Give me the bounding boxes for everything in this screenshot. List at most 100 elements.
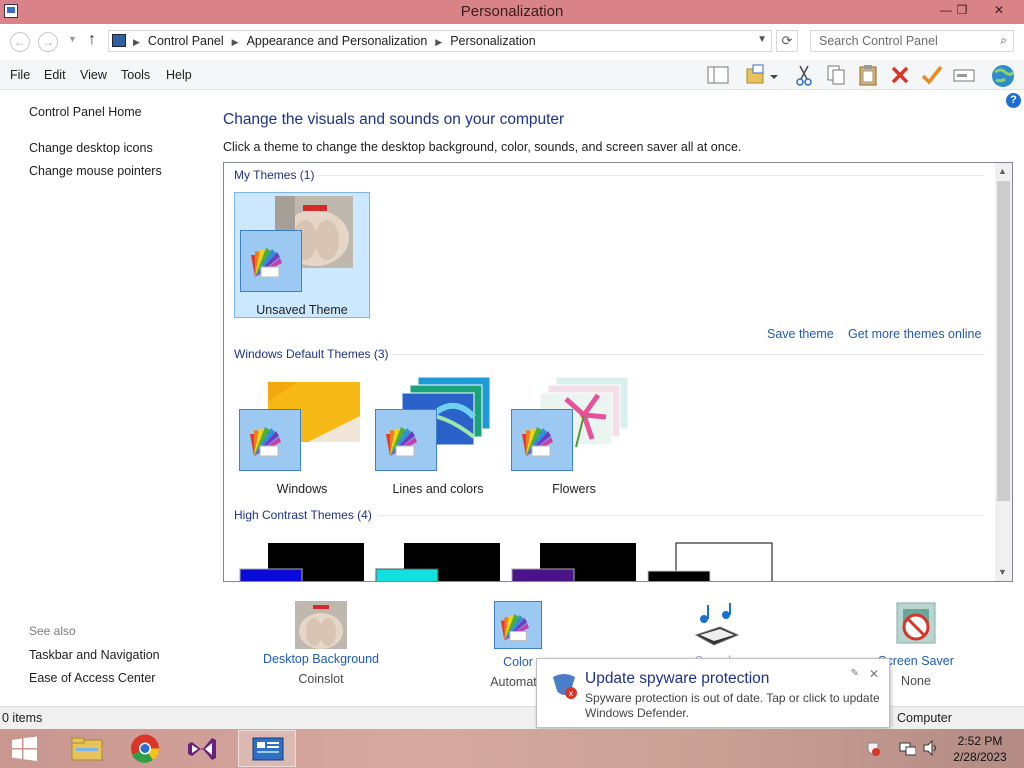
menu-help[interactable]: Help (166, 68, 192, 82)
theme-label: Lines and colors (392, 482, 484, 496)
change-desktop-icons-link[interactable]: Change desktop icons (29, 141, 153, 155)
forward-button[interactable]: → (38, 32, 58, 52)
network-tray-icon[interactable] (898, 741, 917, 760)
theme-list[interactable]: My Themes (1) Unsaved Theme Save theme G… (223, 162, 1013, 582)
search-input[interactable]: Search Control Panel ⌕ (810, 30, 1014, 52)
page-title: Change the visuals and sounds on your co… (223, 111, 565, 128)
search-icon[interactable]: ⌕ (1000, 33, 1007, 48)
theme-high-contrast-white[interactable] (642, 533, 778, 581)
defender-warning-icon: x (549, 671, 579, 701)
recent-locations-icon[interactable]: ▼ (68, 34, 77, 44)
left-pane: Control Panel Home Change desktop icons … (0, 91, 210, 703)
menu-bar: File Edit View Tools Help (0, 60, 1024, 90)
taskbar-navigation-link[interactable]: Taskbar and Navigation (29, 648, 160, 662)
notification-title[interactable]: Update spyware protection (585, 670, 769, 688)
scroll-down-icon[interactable]: ▼ (998, 567, 1007, 577)
theme-preview-image (511, 543, 636, 581)
chevron-right-icon[interactable]: ▶ (133, 34, 140, 50)
color-palette-icon (239, 409, 301, 471)
chevron-right-icon[interactable]: ▶ (435, 34, 442, 50)
breadcrumb: ▶ Control Panel ▶ Appearance and Persona… (133, 34, 536, 50)
pin-icon[interactable]: ✎ (851, 668, 859, 679)
theme-windows[interactable]: Windows (234, 372, 370, 498)
layout-pane-icon[interactable] (706, 63, 730, 87)
system-clock[interactable]: 2:52 PM 2/28/2023 (940, 733, 1020, 765)
delete-icon[interactable] (888, 63, 912, 87)
control-panel-icon (112, 34, 126, 47)
get-more-themes-link[interactable]: Get more themes online (848, 327, 981, 341)
help-icon[interactable]: ? (1006, 93, 1021, 108)
back-button[interactable]: ← (10, 32, 30, 52)
theme-unsaved[interactable]: Unsaved Theme (234, 192, 370, 318)
status-location: Computer (897, 711, 952, 725)
desktop-background-icon (295, 601, 347, 649)
address-bar[interactable]: ▶ Control Panel ▶ Appearance and Persona… (108, 30, 772, 52)
chrome-taskbar-icon[interactable] (116, 730, 174, 767)
group-divider (380, 515, 984, 516)
address-dropdown-icon[interactable]: ▼ (757, 34, 767, 45)
change-mouse-pointers-link[interactable]: Change mouse pointers (29, 164, 162, 178)
clock-date: 2/28/2023 (953, 750, 1007, 764)
theme-lines-and-colors[interactable]: Lines and colors (370, 372, 506, 498)
see-also-label: See also (29, 624, 76, 638)
theme-flowers[interactable]: Flowers (506, 372, 642, 498)
svg-text:x: x (569, 689, 574, 698)
paste-icon[interactable] (856, 63, 880, 87)
search-placeholder: Search Control Panel (819, 34, 938, 48)
theme-label: Flowers (552, 482, 596, 496)
scrollbar-thumb[interactable] (997, 181, 1010, 501)
group-default-themes: Windows Default Themes (3) (234, 347, 389, 361)
file-explorer-taskbar-icon[interactable] (58, 730, 116, 767)
start-button[interactable] (0, 730, 58, 767)
menu-file[interactable]: File (10, 68, 30, 82)
save-theme-link[interactable]: Save theme (767, 327, 834, 341)
breadcrumb-appearance[interactable]: Appearance and Personalization (247, 34, 428, 50)
refresh-button[interactable]: ⟳ (776, 30, 798, 52)
control-panel-taskbar-icon[interactable] (238, 730, 296, 767)
control-panel-home-link[interactable]: Control Panel Home (29, 105, 142, 119)
page-description: Click a theme to change the desktop back… (223, 140, 742, 154)
folder-options-icon[interactable] (744, 63, 778, 87)
theme-preview-image (375, 543, 500, 581)
title-bar: Personalization — ❐ ✕ (0, 0, 1024, 24)
taskbar: 2:52 PM 2/28/2023 (0, 729, 1024, 768)
rename-icon[interactable] (952, 63, 976, 87)
defender-tray-icon[interactable] (866, 741, 880, 760)
ease-of-access-link[interactable]: Ease of Access Center (29, 671, 155, 685)
visual-studio-taskbar-icon[interactable] (174, 730, 232, 767)
up-icon[interactable]: ↑ (88, 31, 96, 49)
close-window-button[interactable]: ✕ (984, 0, 1014, 20)
chevron-right-icon[interactable]: ▶ (232, 34, 239, 50)
menu-edit[interactable]: Edit (44, 68, 66, 82)
vertical-scrollbar[interactable]: ▲ ▼ (995, 163, 1012, 581)
theme-high-contrast-3[interactable] (506, 533, 642, 581)
notification-body[interactable]: Spyware protection is out of date. Tap o… (585, 691, 885, 721)
restore-button[interactable]: ❐ (948, 0, 976, 20)
sounds-icon (694, 603, 740, 646)
menu-view[interactable]: View (80, 68, 107, 82)
globe-icon[interactable] (990, 63, 1014, 87)
scroll-up-icon[interactable]: ▲ (998, 166, 1007, 176)
group-divider (392, 354, 984, 355)
cut-icon[interactable] (792, 63, 816, 87)
desktop-background-label[interactable]: Desktop Background (262, 652, 380, 666)
navigation-bar: ← → ▼ ↑ ▶ Control Panel ▶ Appearance and… (0, 24, 1024, 60)
desktop-background-setting[interactable]: Desktop Background Coinslot (262, 601, 380, 686)
breadcrumb-control-panel[interactable]: Control Panel (148, 34, 224, 50)
menu-tools[interactable]: Tools (121, 68, 150, 82)
breadcrumb-personalization[interactable]: Personalization (450, 34, 535, 50)
properties-check-icon[interactable] (920, 63, 944, 87)
theme-preview-image (647, 542, 773, 581)
color-palette-icon (240, 230, 302, 292)
copy-icon[interactable] (824, 63, 848, 87)
theme-high-contrast-2[interactable] (370, 533, 506, 581)
screen-saver-icon (896, 602, 936, 644)
item-count: 0 items (2, 711, 43, 725)
color-palette-icon (375, 409, 437, 471)
defender-notification[interactable]: x Update spyware protection Spyware prot… (536, 658, 890, 728)
close-notification-icon[interactable]: ✕ (869, 667, 879, 681)
volume-tray-icon[interactable] (922, 739, 940, 759)
theme-high-contrast-1[interactable] (234, 533, 370, 581)
theme-label: Windows (276, 482, 328, 496)
group-divider (319, 175, 984, 176)
